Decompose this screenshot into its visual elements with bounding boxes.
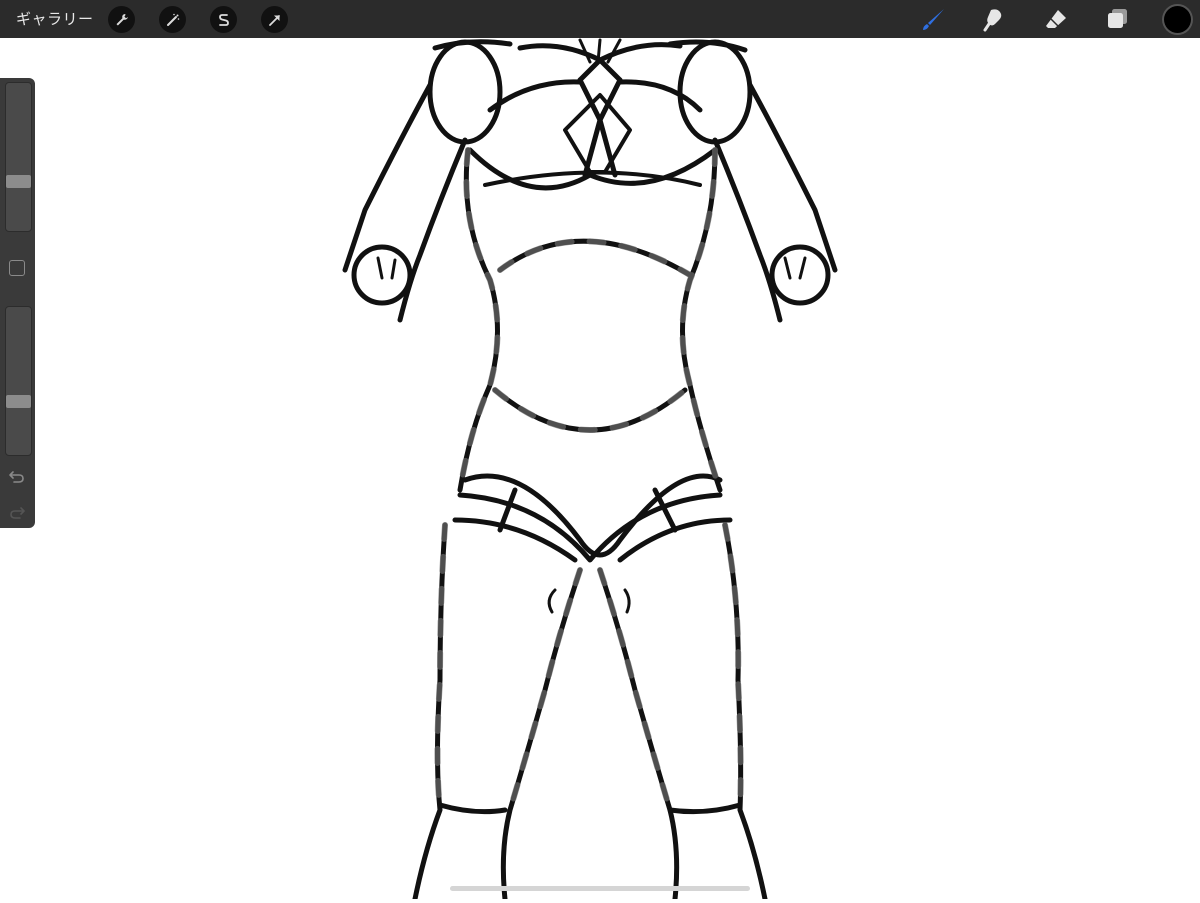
selection-button[interactable] [210, 6, 237, 33]
brush-icon [923, 9, 944, 30]
eraser-tool-button[interactable] [1042, 5, 1070, 33]
home-indicator [450, 886, 750, 891]
figure-sketch [342, 38, 838, 902]
transform-button[interactable] [261, 6, 288, 33]
smudge-icon [983, 9, 1002, 32]
brush-tool-button[interactable] [920, 5, 948, 33]
transform-arrow-icon [268, 14, 280, 26]
brush-size-slider[interactable] [5, 82, 32, 232]
layers-button[interactable] [1104, 5, 1132, 33]
wrench-icon [116, 13, 128, 25]
modify-square-icon[interactable] [9, 260, 25, 276]
smudge-tool-button[interactable] [980, 5, 1008, 33]
top-toolbar: ギャラリー [0, 0, 1200, 38]
undo-icon[interactable] [7, 466, 27, 486]
opacity-slider[interactable] [5, 306, 32, 456]
adjustments-button[interactable] [159, 6, 186, 33]
magic-wand-icon [166, 13, 179, 26]
side-toolbar [0, 78, 35, 528]
actions-wrench-button[interactable] [108, 6, 135, 33]
brush-size-slider-thumb[interactable] [6, 175, 31, 188]
drawing-canvas[interactable] [0, 38, 1200, 902]
gallery-button[interactable]: ギャラリー [16, 8, 94, 29]
layers-icon [1108, 9, 1127, 28]
eraser-icon [1046, 10, 1066, 28]
color-picker-swatch[interactable] [1164, 6, 1191, 33]
redo-icon[interactable] [7, 502, 27, 522]
selection-icon [218, 13, 229, 26]
opacity-slider-thumb[interactable] [6, 395, 31, 408]
